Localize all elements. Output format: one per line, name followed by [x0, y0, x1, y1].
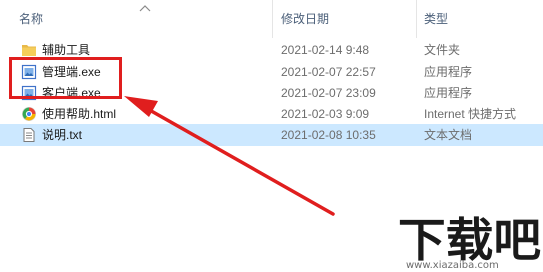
folder-icon — [22, 45, 36, 56]
column-header-date-modified[interactable]: 修改日期 — [281, 0, 329, 38]
file-date-modified: 2021-02-14 9:48 — [281, 43, 370, 57]
column-header-type[interactable]: 类型 — [424, 0, 448, 38]
file-date-modified: 2021-02-08 10:35 — [281, 128, 376, 142]
file-date-modified: 2021-02-03 9:09 — [281, 107, 370, 121]
svg-text:下载吧: 下载吧 — [398, 213, 541, 262]
file-name: 使用帮助.html — [42, 107, 117, 121]
file-type: 应用程序 — [424, 65, 473, 79]
file-date-modified: 2021-02-07 23:09 — [281, 86, 376, 100]
file-type: 文件夹 — [424, 43, 461, 57]
watermark: 下载吧 www.xiazaiba.com — [398, 210, 543, 272]
file-type: 文本文档 — [424, 128, 473, 142]
column-divider[interactable] — [272, 0, 273, 38]
column-divider[interactable] — [416, 0, 417, 38]
column-header-bar: 名称 修改日期 类型 — [0, 0, 543, 38]
file-row-readme-txt[interactable]: 说明.txt 2021-02-08 10:35 文本文档 — [0, 124, 543, 146]
file-date-modified: 2021-02-07 22:57 — [281, 65, 376, 79]
file-type: Internet 快捷方式 — [424, 107, 517, 121]
watermark-logo: 下载吧 — [398, 212, 542, 262]
file-type: 应用程序 — [424, 86, 473, 100]
watermark-url: www.xiazaiba.com — [406, 260, 499, 271]
txt-file-icon — [23, 128, 35, 142]
highlight-box — [9, 57, 122, 99]
file-explorer: 名称 修改日期 类型 辅助工具 2021-02-14 9:48 文件夹 管理端.… — [0, 0, 543, 272]
column-header-name[interactable]: 名称 — [19, 0, 43, 38]
html-shortcut-icon — [22, 107, 36, 121]
sort-ascending-icon — [139, 5, 151, 12]
file-name: 说明.txt — [42, 128, 83, 142]
file-row-help-html[interactable]: 使用帮助.html 2021-02-03 9:09 Internet 快捷方式 — [0, 103, 543, 125]
